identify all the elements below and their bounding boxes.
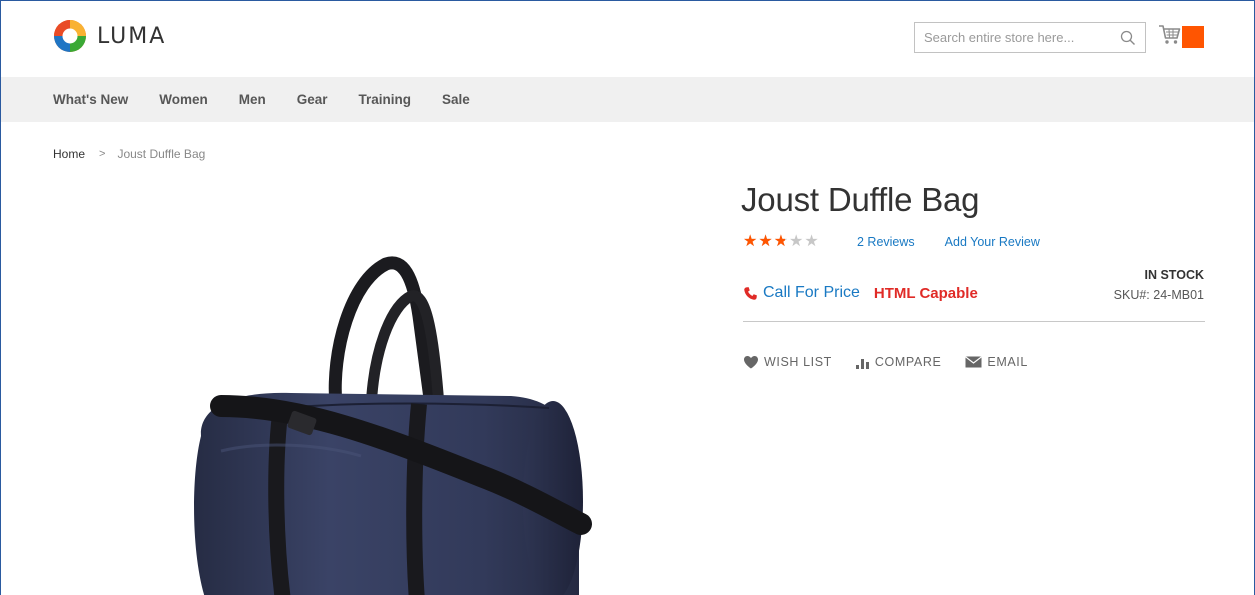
logo-text: LUMA (97, 23, 167, 49)
product-image[interactable] (181, 256, 601, 595)
rating-stars-filled: ★★★★★ (743, 234, 785, 250)
compare-label: COMPARE (874, 355, 942, 369)
nav-item-women[interactable]: Women (159, 92, 208, 107)
search-input[interactable] (915, 23, 1105, 52)
wish-list-label: WISH LIST (764, 355, 832, 369)
site-header: LUMA (1, 1, 1254, 77)
breadcrumb-separator: > (99, 148, 106, 160)
search-box[interactable] (914, 22, 1146, 53)
email-label: EMAIL (987, 355, 1028, 369)
compare-icon (855, 358, 869, 369)
info-divider (743, 321, 1205, 322)
search-icon[interactable] (1120, 30, 1136, 46)
product-rating: ★★★★★ ★★★★★ 2 Reviews Add Your Review (743, 234, 1040, 250)
breadcrumb: Home > Joust Duffle Bag (53, 147, 205, 161)
reviews-link[interactable]: 2 Reviews (857, 235, 915, 249)
add-review-link[interactable]: Add Your Review (945, 235, 1040, 249)
product-sku: SKU#: 24-MB01 (1114, 288, 1204, 302)
sku-value: 24-MB01 (1153, 288, 1204, 302)
main-navigation: What's New Women Men Gear Training Sale (1, 77, 1254, 122)
nav-item-sale[interactable]: Sale (442, 92, 470, 107)
wish-list-button[interactable]: WISH LIST (743, 355, 832, 369)
envelope-icon (965, 356, 983, 368)
nav-item-whats-new[interactable]: What's New (53, 92, 128, 107)
phone-icon (744, 286, 757, 300)
breadcrumb-home[interactable]: Home (53, 147, 85, 161)
sku-label: SKU#: (1113, 288, 1150, 302)
stock-status: IN STOCK (1144, 268, 1205, 282)
product-actions: WISH LIST COMPARE EMAIL (743, 355, 1052, 369)
rating-stars: ★★★★★ ★★★★★ (743, 234, 827, 250)
cart-icon[interactable] (1158, 23, 1182, 47)
call-for-price-link[interactable]: Call For Price (763, 284, 860, 302)
store-logo[interactable]: LUMA (53, 19, 166, 53)
nav-item-gear[interactable]: Gear (297, 92, 328, 107)
product-title: Joust Duffle Bag (741, 181, 980, 218)
html-capable-label: HTML Capable (873, 284, 978, 302)
cart-badge[interactable] (1182, 26, 1204, 48)
nav-item-training[interactable]: Training (359, 92, 412, 107)
heart-icon (744, 356, 758, 369)
luma-logo-icon (54, 20, 86, 52)
email-button[interactable]: EMAIL (965, 355, 1028, 369)
breadcrumb-current: Joust Duffle Bag (117, 147, 206, 161)
page-frame: LUMA What's New Women Men Gear Trai (0, 0, 1255, 595)
price-row: Call For Price HTML Capable (743, 284, 978, 302)
nav-item-men[interactable]: Men (239, 92, 266, 107)
compare-button[interactable]: COMPARE (855, 355, 942, 369)
